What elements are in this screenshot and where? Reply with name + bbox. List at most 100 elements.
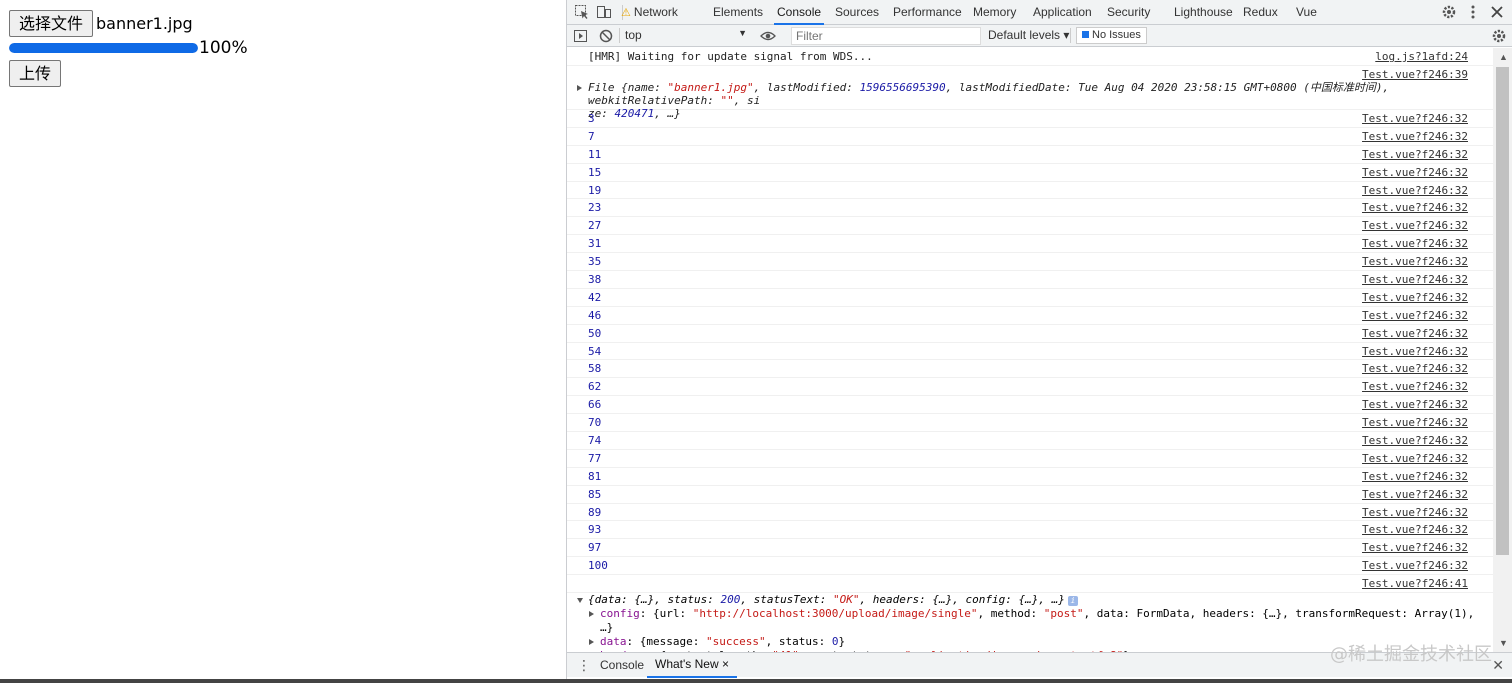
log-source-link[interactable]: Test.vue?f246:32 xyxy=(1362,504,1468,522)
expand-arrow-icon[interactable] xyxy=(589,639,594,646)
progress-value: 23 xyxy=(588,201,602,215)
context-value: top xyxy=(625,28,642,42)
log-source-link[interactable]: Test.vue?f246:32 xyxy=(1362,110,1468,128)
tab-performance[interactable]: Performance xyxy=(893,0,962,25)
upload-progress-text: 100% xyxy=(199,38,248,58)
expand-arrow-icon[interactable] xyxy=(577,85,582,91)
log-source-link[interactable]: Test.vue?f246:32 xyxy=(1362,396,1468,414)
file-object-token: File { xyxy=(588,81,628,94)
log-source-link[interactable]: log.js?1afd:24 xyxy=(1375,48,1468,66)
close-devtools-icon[interactable] xyxy=(1489,4,1505,20)
live-expression-eye-icon[interactable] xyxy=(760,28,776,44)
tab-redux[interactable]: Redux xyxy=(1243,0,1278,25)
tab-console[interactable]: Console xyxy=(774,0,825,25)
data-token: "success" xyxy=(705,635,766,649)
tab-security[interactable]: Security xyxy=(1107,0,1150,25)
console-log-progress: 77 Test.vue?f246:32 xyxy=(567,450,1494,468)
log-source-link[interactable]: Test.vue?f246:32 xyxy=(1362,182,1468,200)
log-source-link[interactable]: Test.vue?f246:32 xyxy=(1362,360,1468,378)
issues-button[interactable]: No Issues xyxy=(1076,27,1147,44)
file-object-line[interactable]: File {name: "banner1.jpg", lastModified:… xyxy=(588,81,1494,107)
response-token: , headers: {…}, config: {…}, …} xyxy=(859,593,1065,607)
log-source-link[interactable]: Test.vue?f246:32 xyxy=(1362,199,1468,217)
progress-value: 31 xyxy=(588,237,602,251)
tab-application[interactable]: Application xyxy=(1033,0,1092,25)
expand-arrow-icon[interactable] xyxy=(589,611,594,618)
inspect-element-icon[interactable] xyxy=(574,4,590,20)
progress-value: 38 xyxy=(588,273,602,287)
drawer-tab-whats-new[interactable]: What's New × xyxy=(647,653,737,678)
drawer-menu-icon[interactable]: ⋮ xyxy=(577,657,591,674)
settings-gear-icon[interactable] xyxy=(1441,4,1457,20)
progress-value: 81 xyxy=(588,469,602,483)
log-source-link[interactable]: Test.vue?f246:32 xyxy=(1362,557,1468,575)
choose-file-button[interactable]: 选择文件 xyxy=(9,10,94,37)
more-options-icon[interactable] xyxy=(1465,4,1481,20)
log-source-link[interactable]: Test.vue?f246:32 xyxy=(1362,343,1468,361)
progress-value: 42 xyxy=(588,290,602,304)
file-object-token: "banner1.jpg" xyxy=(667,81,754,94)
progress-value: 85 xyxy=(588,487,602,501)
scroll-up-arrow-icon[interactable]: ▲ xyxy=(1499,52,1508,62)
tab-sources[interactable]: Sources xyxy=(835,0,879,25)
log-source-link[interactable]: Test.vue?f246:32 xyxy=(1362,468,1468,486)
console-filter-input[interactable] xyxy=(791,27,981,45)
show-sidebar-icon[interactable] xyxy=(573,28,589,44)
log-source-link[interactable]: Test.vue?f246:32 xyxy=(1362,521,1468,539)
progress-value: 100 xyxy=(588,559,608,573)
drawer-tab-console[interactable]: Console xyxy=(600,658,644,672)
tab-vue[interactable]: Vue xyxy=(1296,0,1317,25)
close-drawer-icon[interactable]: ✕ xyxy=(1492,657,1504,674)
close-tab-icon[interactable]: × xyxy=(722,657,729,671)
console-log-progress: 42 Test.vue?f246:32 xyxy=(567,289,1494,307)
file-object-token: , lastModified: xyxy=(753,81,860,94)
progress-value: 11 xyxy=(588,147,602,161)
log-source-link[interactable]: Test.vue?f246:39 xyxy=(1362,68,1468,81)
collapse-arrow-icon[interactable] xyxy=(577,598,583,604)
upload-progress-bar xyxy=(9,43,198,53)
log-source-link[interactable]: Test.vue?f246:32 xyxy=(1362,325,1468,343)
toolbar-separator xyxy=(619,28,620,43)
log-source-link[interactable]: Test.vue?f246:32 xyxy=(1362,271,1468,289)
log-source-link[interactable]: Test.vue?f246:32 xyxy=(1362,128,1468,146)
log-source-link[interactable]: Test.vue?f246:32 xyxy=(1362,378,1468,396)
console-log-progress: 62 Test.vue?f246:32 xyxy=(567,378,1494,397)
config-token: "http://localhost:3000/upload/image/sing… xyxy=(692,607,978,621)
file-object-token: name: xyxy=(627,81,668,94)
log-source-link[interactable]: Test.vue?f246:41 xyxy=(1362,575,1468,593)
log-source-link[interactable]: Test.vue?f246:32 xyxy=(1362,450,1468,468)
progress-value: 62 xyxy=(588,380,602,394)
scroll-thumb[interactable] xyxy=(1496,67,1509,555)
response-config[interactable]: config: {url: "http://localhost:3000/upl… xyxy=(588,607,1494,635)
tab-elements[interactable]: Elements xyxy=(713,0,763,25)
log-source-link[interactable]: Test.vue?f246:32 xyxy=(1362,253,1468,271)
tab-lighthouse[interactable]: Lighthouse xyxy=(1174,0,1233,25)
log-source-link[interactable]: Test.vue?f246:32 xyxy=(1362,414,1468,432)
response-summary[interactable]: {data: {…}, status: 200, statusText: "OK… xyxy=(577,593,1494,607)
info-icon[interactable]: i xyxy=(1067,596,1078,607)
log-source-link[interactable]: Test.vue?f246:32 xyxy=(1362,164,1468,182)
clear-console-icon[interactable] xyxy=(598,28,614,44)
progress-value: 35 xyxy=(588,255,602,269)
log-source-link[interactable]: Test.vue?f246:32 xyxy=(1362,146,1468,164)
log-source-link[interactable]: Test.vue?f246:32 xyxy=(1362,307,1468,325)
log-source-link[interactable]: Test.vue?f246:32 xyxy=(1362,217,1468,235)
log-source-link[interactable]: Test.vue?f246:32 xyxy=(1362,289,1468,307)
context-selector[interactable]: top ▼ xyxy=(625,28,749,44)
log-source-link[interactable]: Test.vue?f246:32 xyxy=(1362,235,1468,253)
toolbar-separator xyxy=(1070,28,1071,43)
console-log-progress: 74 Test.vue?f246:32 xyxy=(567,432,1494,450)
scroll-down-arrow-icon[interactable]: ▼ xyxy=(1499,638,1508,648)
tab-network[interactable]: ⚠ Network xyxy=(621,0,678,25)
console-log-progress: 85 Test.vue?f246:32 xyxy=(567,486,1494,504)
log-source-link[interactable]: Test.vue?f246:32 xyxy=(1362,432,1468,450)
upload-progress-fill xyxy=(9,43,198,53)
log-levels-dropdown[interactable]: Default levels ▾ xyxy=(988,28,1069,42)
log-source-link[interactable]: Test.vue?f246:32 xyxy=(1362,486,1468,504)
device-toolbar-icon[interactable] xyxy=(596,4,612,20)
console-scrollbar[interactable]: ▲ ▼ xyxy=(1493,48,1512,652)
tab-memory[interactable]: Memory xyxy=(973,0,1016,25)
upload-button[interactable]: 上传 xyxy=(9,60,62,87)
console-settings-gear-icon[interactable] xyxy=(1491,28,1507,44)
log-source-link[interactable]: Test.vue?f246:32 xyxy=(1362,539,1468,557)
